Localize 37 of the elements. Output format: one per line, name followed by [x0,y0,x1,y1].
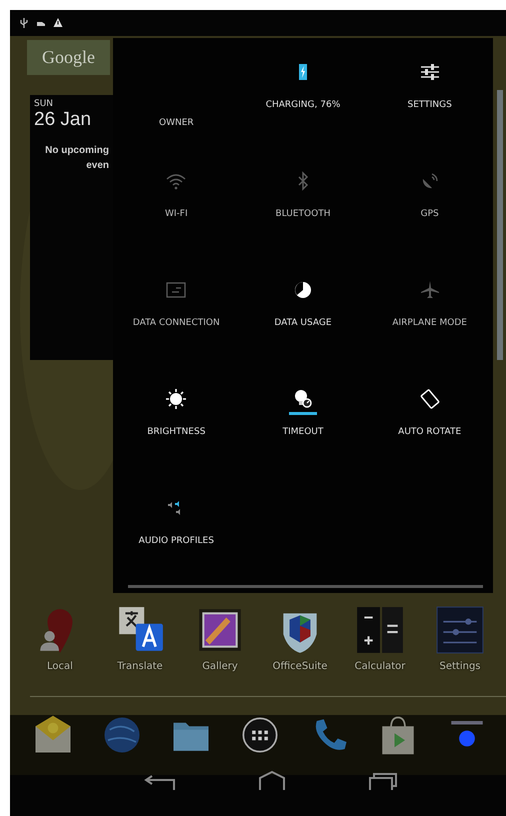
tile-label[interactable]: DATA CONNECTION [132,318,220,328]
app-label: Calculator [354,661,406,672]
tile-label[interactable]: AIRPLANE MODE [392,318,467,328]
tile-label[interactable]: GPS [420,209,439,219]
tile-label[interactable]: CHARGING, 76% [266,100,340,110]
app-shortcut[interactable]: Settings [420,605,500,672]
app-shortcut[interactable]: Translate [100,605,180,672]
app-shortcut[interactable]: Gallery [180,605,260,672]
calendar-day: SUN [34,99,113,109]
warning-icon [53,16,63,28]
tile-label[interactable]: SETTINGS [408,100,452,110]
usb-icon [19,16,29,28]
calendar-message: No upcoming even [44,144,109,173]
app-label: Local [47,661,73,672]
rotate-icon[interactable] [418,387,442,411]
tile-label[interactable]: TIMEOUT [282,427,324,437]
tile-label[interactable]: AUDIO PROFILES [138,536,214,546]
search-widget[interactable]: Google [27,40,110,75]
calendar-date: 26 Jan [34,109,92,131]
tile-label[interactable]: DATA USAGE [274,318,332,328]
app-label: Settings [439,661,480,672]
app-shortcut[interactable]: Local [20,605,100,672]
tile-label[interactable]: AUTO ROTATE [398,427,462,437]
app-label: Translate [117,661,163,672]
calendar-widget[interactable]: SUN 26 Jan No upcoming even [30,95,113,360]
sliders-icon [435,605,485,655]
sun-icon[interactable] [164,387,188,411]
app-shortcut[interactable]: OfficeSuite [260,605,340,672]
tile-label[interactable]: BRIGHTNESS [147,427,206,437]
calculator-icon [355,605,405,655]
app-shortcut[interactable]: Calculator [340,605,420,672]
owner-label[interactable]: OWNER [159,118,194,128]
tile-label[interactable]: WI-FI [165,209,188,219]
app-label: OfficeSuite [272,661,328,672]
bulb-icon[interactable] [288,387,317,415]
app-label: Gallery [202,661,238,672]
tile-label[interactable]: BLUETOOTH [276,209,330,219]
